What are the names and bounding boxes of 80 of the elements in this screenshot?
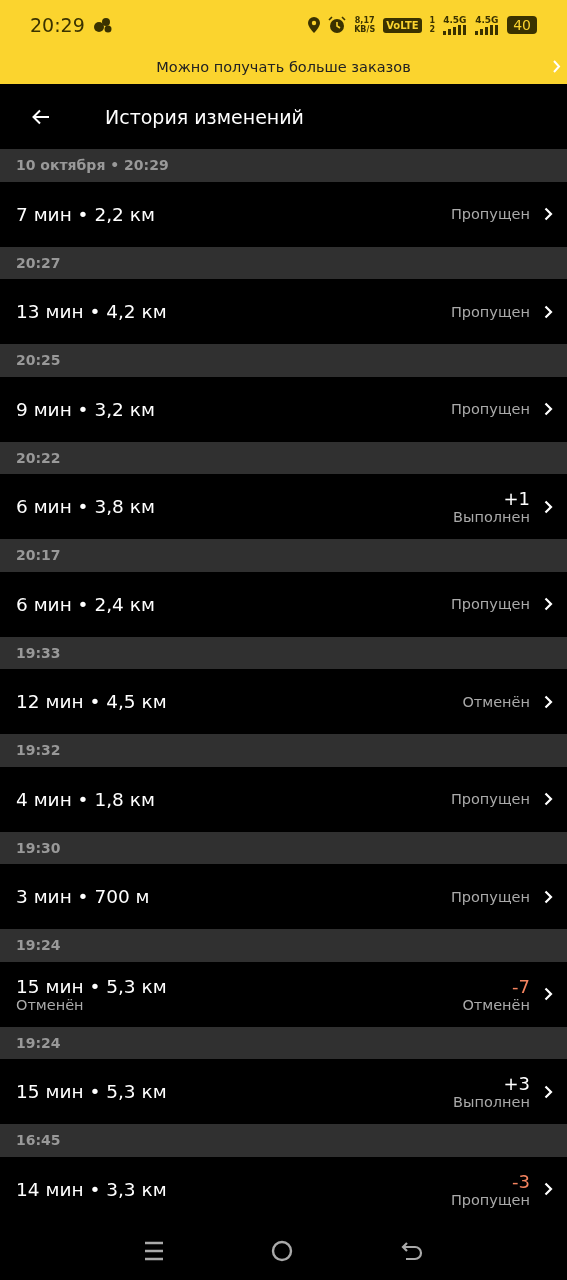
order-status: Пропущен (450, 206, 530, 222)
order-subtitle: Отменён (16, 996, 85, 1013)
network-type: 4.5G (443, 15, 468, 25)
points-change: -7 (512, 975, 530, 997)
chevron-icon (544, 499, 553, 514)
points-change: -3 (512, 1170, 530, 1192)
chevron-icon (544, 1084, 553, 1099)
order-status: Пропущен (450, 596, 530, 612)
chevron-icon (544, 987, 553, 1001)
signal-icon (475, 25, 500, 35)
section-time: 20:25 (16, 352, 61, 369)
back-nav-icon[interactable] (401, 1241, 424, 1261)
order-summary: 4 мин • 1,8 км (16, 788, 156, 810)
volte-badge: VoLTE (383, 17, 422, 33)
order-summary: 6 мин • 2,4 км (16, 593, 156, 615)
chevron-icon (544, 792, 553, 806)
section-time: 19:33 (16, 644, 61, 661)
order-row[interactable]: 4 мин • 1,8 км Пропущен (0, 766, 567, 832)
points-change: +3 (503, 1073, 530, 1094)
order-row[interactable]: 15 мин • 5,3 км Отменён -7 Отменён (0, 961, 567, 1027)
order-summary: 6 мин • 3,8 км (16, 496, 156, 517)
order-summary: 3 мин • 700 м (16, 886, 151, 907)
order-status: Пропущен (450, 791, 530, 807)
chevron-icon (544, 694, 553, 709)
order-status: Отменён (462, 996, 530, 1013)
status-time: 20:29 (30, 14, 85, 36)
section-time: 20:22 (16, 449, 61, 466)
section-time: 19:24 (16, 937, 61, 954)
section-time: 19:30 (16, 839, 61, 856)
order-status: Отменён (462, 693, 530, 710)
order-row[interactable]: 7 мин • 2,2 км Пропущен (0, 181, 567, 247)
battery-indicator: 40 (507, 16, 537, 34)
order-summary: 15 мин • 5,3 км (16, 975, 168, 997)
points-change: +1 (503, 488, 530, 509)
order-row[interactable]: 14 мин • 3,3 км -3 Пропущен (0, 1156, 567, 1222)
section-time: 16:45 (16, 1132, 61, 1149)
order-summary: 15 мин • 5,3 км (16, 1081, 168, 1102)
order-status: Пропущен (450, 401, 530, 417)
home-icon[interactable] (271, 1240, 294, 1262)
order-row[interactable]: 9 мин • 3,2 км Пропущен (0, 376, 567, 442)
chevron-icon (544, 1182, 553, 1196)
order-status: Пропущен (450, 888, 530, 905)
back-icon[interactable] (32, 108, 50, 125)
section-time: 20:27 (16, 254, 61, 271)
chevron-icon (544, 597, 553, 611)
chevron-icon (544, 402, 553, 416)
section-time: 10 октября • 20:29 (16, 157, 169, 174)
order-row[interactable]: 6 мин • 2,4 км Пропущен (0, 571, 567, 637)
order-row[interactable]: 12 мин • 4,5 км Отменён (0, 669, 567, 734)
location-icon (308, 17, 321, 33)
order-row[interactable]: 13 мин • 4,2 км Пропущен (0, 279, 567, 344)
order-summary: 13 мин • 4,2 км (16, 301, 168, 322)
order-summary: 9 мин • 3,2 км (16, 398, 156, 420)
order-status: Пропущен (450, 303, 530, 320)
section-time: 20:17 (16, 547, 61, 564)
chevron-icon (544, 207, 553, 221)
network-type: 4.5G (475, 15, 500, 25)
screen-title: История изменений (105, 105, 304, 128)
order-status: Выполнен (453, 509, 530, 525)
order-summary: 7 мин • 2,2 км (16, 203, 156, 225)
signal-icon (443, 25, 468, 35)
order-row[interactable]: 15 мин • 5,3 км +3 Выполнен (0, 1059, 567, 1124)
chevron-icon (544, 889, 553, 904)
sim-number: 2 (429, 25, 436, 34)
order-row[interactable]: 6 мин • 3,8 км +1 Выполнен (0, 474, 567, 539)
net-unit: KB/S (354, 25, 376, 34)
chevron-icon (544, 304, 553, 319)
net-speed: 8,17 (354, 16, 375, 25)
alarm-icon (328, 16, 347, 34)
order-row[interactable]: 3 мин • 700 м Пропущен (0, 864, 567, 929)
bubbles-icon (92, 17, 113, 33)
section-time: 19:32 (16, 742, 61, 759)
order-summary: 14 мин • 3,3 км (16, 1178, 168, 1200)
banner-text[interactable]: Можно получать больше заказов (156, 59, 411, 75)
section-time: 19:24 (16, 1034, 61, 1051)
order-status: Выполнен (453, 1094, 530, 1110)
order-summary: 12 мин • 4,5 км (16, 691, 168, 712)
menu-icon[interactable] (143, 1241, 164, 1261)
order-status: Пропущен (450, 1191, 530, 1208)
sim-number: 1 (429, 16, 436, 25)
